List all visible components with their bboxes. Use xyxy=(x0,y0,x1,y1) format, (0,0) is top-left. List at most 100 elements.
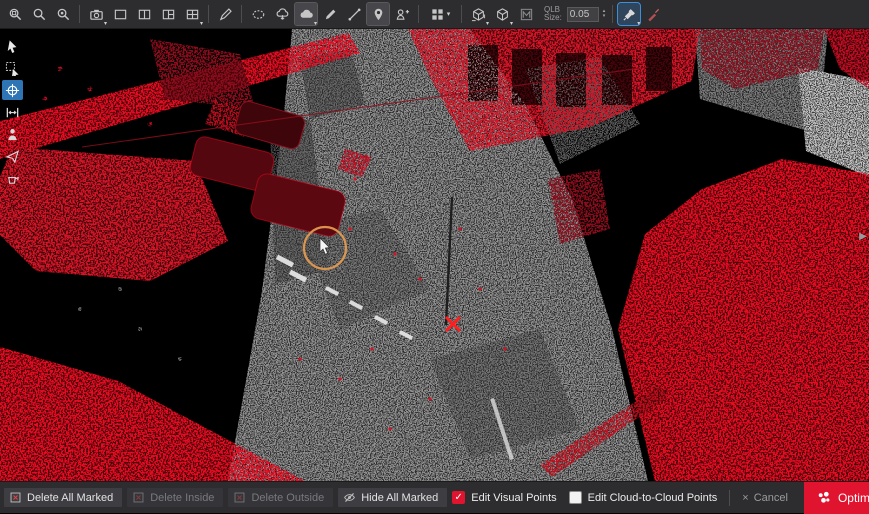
bundle-dots-icon xyxy=(816,490,831,505)
bottom-right-cluster: ✓ Edit Visual Points Edit Cloud-to-Cloud… xyxy=(452,482,869,514)
toolbar-separator xyxy=(241,5,242,23)
layout-quad-icon xyxy=(185,7,200,22)
magnifier-dot-icon xyxy=(56,7,71,22)
orbit-tool-button[interactable] xyxy=(2,80,23,100)
ellipse-select-button[interactable] xyxy=(247,3,269,25)
laser-tool-icon xyxy=(646,7,661,22)
flashlight-icon xyxy=(622,7,637,22)
ellipse-select-icon xyxy=(251,7,266,22)
layout-triple-icon xyxy=(161,7,176,22)
qlb-label-line2: Size: xyxy=(544,14,562,22)
zoom-fit-button[interactable] xyxy=(4,3,26,25)
measure-stick-icon xyxy=(347,7,362,22)
span-measure-tool-button[interactable] xyxy=(2,102,23,122)
eye-slash-icon xyxy=(343,491,356,504)
layout-triple-button[interactable] xyxy=(157,3,179,25)
toolbar-separator xyxy=(418,5,419,23)
qlb-spinner[interactable]: ▴▾ xyxy=(603,9,606,19)
brush-tool-button[interactable] xyxy=(214,3,236,25)
toolbar-separator xyxy=(79,5,80,23)
cube-axes-icon xyxy=(471,7,486,22)
layout-single-button[interactable] xyxy=(109,3,131,25)
layout-quad-button[interactable]: ▾ xyxy=(181,3,203,25)
grid-icon xyxy=(430,7,445,22)
delete-outside-button[interactable]: Delete Outside xyxy=(228,488,333,507)
pencil-icon xyxy=(323,7,338,22)
brush-icon xyxy=(218,7,233,22)
checkbox-unchecked-icon[interactable] xyxy=(569,491,582,504)
toolbar-separator xyxy=(612,5,613,23)
add-camera-button[interactable] xyxy=(391,3,413,25)
bounding-box-button[interactable]: ▾ xyxy=(467,3,489,25)
close-icon: × xyxy=(742,492,748,504)
cube-view-button[interactable]: ▾ xyxy=(491,3,513,25)
button-label: Delete Outside xyxy=(251,492,324,504)
location-pin-icon xyxy=(371,7,386,22)
top-toolbar: ▾ ▾ ▾ ▾ ▾ ▾ QLB Size: ▴▾ ▾ xyxy=(0,0,869,29)
cloud-download-button[interactable] xyxy=(271,3,293,25)
bottom-bar: Delete All Marked Delete Inside Delete O… xyxy=(0,481,869,513)
zoom-window-button[interactable] xyxy=(28,3,50,25)
layout-split-button[interactable] xyxy=(133,3,155,25)
qlb-size-input[interactable] xyxy=(567,7,599,22)
caret-down-icon: ▾ xyxy=(510,21,513,27)
cube-icon xyxy=(495,7,510,22)
orbit-crosshair-icon xyxy=(5,83,20,98)
optimize-label: Optimize Bundle xyxy=(838,491,869,505)
magnifier-icon xyxy=(32,7,47,22)
caret-down-icon: ▾ xyxy=(200,21,203,27)
hide-all-marked-button[interactable]: Hide All Marked xyxy=(338,488,447,507)
cloud-points-button[interactable]: ▾ xyxy=(295,3,317,25)
caret-down-icon: ▾ xyxy=(314,21,317,27)
paper-plane-icon xyxy=(5,149,20,164)
caret-down-icon: ▾ xyxy=(447,10,451,18)
bottom-separator xyxy=(729,490,730,506)
grid-menu-dropdown[interactable]: ▾ xyxy=(424,3,456,25)
zoom-selection-button[interactable] xyxy=(52,3,74,25)
cancel-label: Cancel xyxy=(754,492,788,504)
qlb-size-label: QLB Size: xyxy=(544,6,562,22)
checkbox-label: Edit Cloud-to-Cloud Points xyxy=(588,492,718,504)
edit-cloud-to-cloud-points-checkbox[interactable]: Edit Cloud-to-Cloud Points xyxy=(569,491,718,504)
watering-can-icon xyxy=(5,171,20,186)
cloud-icon xyxy=(299,7,314,22)
add-person-icon xyxy=(395,7,410,22)
person-view-tool-button[interactable] xyxy=(2,124,23,144)
cloud-download-icon xyxy=(275,7,290,22)
metric-m-icon xyxy=(519,7,534,22)
delete-inside-button[interactable]: Delete Inside xyxy=(127,488,223,507)
caret-down-icon: ▾ xyxy=(104,21,107,27)
pencil-tool-button[interactable] xyxy=(319,3,341,25)
layout-single-icon xyxy=(113,7,128,22)
flashlight-tool-button[interactable]: ▾ xyxy=(618,3,640,25)
viewport-canvas[interactable] xyxy=(0,29,869,481)
delete-box-icon xyxy=(233,491,246,504)
pour-tool-button[interactable] xyxy=(2,168,23,188)
cursor-icon xyxy=(5,39,20,54)
box-select-tool-button[interactable] xyxy=(2,58,23,78)
zoom-fit-icon xyxy=(8,7,23,22)
camera-icon xyxy=(89,7,104,22)
edit-visual-points-checkbox[interactable]: ✓ Edit Visual Points xyxy=(452,491,556,504)
panel-expand-chevron[interactable]: ▶ xyxy=(858,231,868,242)
measure-stick-button[interactable] xyxy=(343,3,365,25)
spinner-down-icon[interactable]: ▾ xyxy=(603,14,606,19)
cancel-button[interactable]: × Cancel xyxy=(742,492,788,504)
span-measure-icon xyxy=(5,105,20,120)
laser-tool-button[interactable] xyxy=(642,3,664,25)
left-tool-palette xyxy=(2,36,23,188)
button-label: Delete All Marked xyxy=(27,492,113,504)
box-cursor-icon xyxy=(5,61,20,76)
metric-mode-button[interactable] xyxy=(515,3,537,25)
screenshot-button[interactable]: ▾ xyxy=(85,3,107,25)
caret-down-icon: ▾ xyxy=(637,21,640,27)
location-marker-button[interactable] xyxy=(367,3,389,25)
optimize-bundle-button[interactable]: Optimize Bundle xyxy=(804,482,869,514)
fly-nav-tool-button[interactable] xyxy=(2,146,23,166)
toolbar-separator xyxy=(208,5,209,23)
checkbox-checked-icon[interactable]: ✓ xyxy=(452,491,465,504)
delete-all-marked-button[interactable]: Delete All Marked xyxy=(4,488,122,507)
toolbar-separator xyxy=(461,5,462,23)
select-tool-button[interactable] xyxy=(2,36,23,56)
delete-box-icon xyxy=(9,491,22,504)
